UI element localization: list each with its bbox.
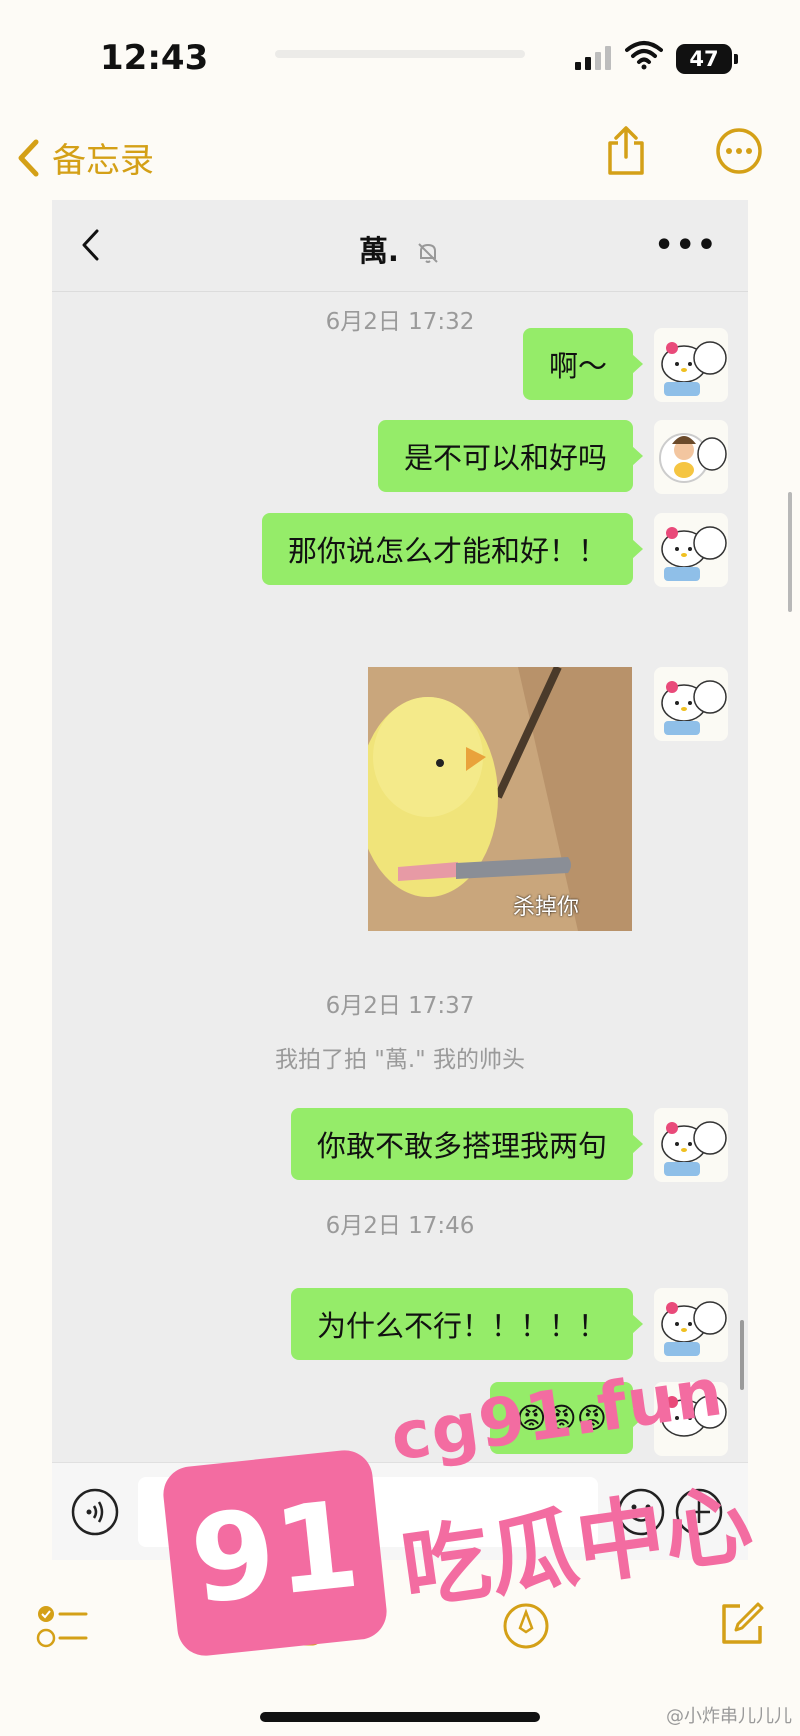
sticker-caption: 杀掉你 bbox=[513, 895, 580, 920]
home-indicator bbox=[260, 1712, 540, 1722]
compose-button[interactable] bbox=[718, 1600, 766, 1652]
message-bubble[interactable]: 是不可以和好吗 bbox=[377, 420, 644, 492]
sender-avatar bbox=[654, 1288, 728, 1362]
message-input[interactable] bbox=[138, 1477, 598, 1547]
message-bubble[interactable]: 为什么不行！！！！！ bbox=[290, 1288, 644, 1360]
emoji-icon bbox=[617, 1488, 665, 1536]
notes-back-button[interactable]: 备忘录 bbox=[16, 133, 154, 182]
chat-scroll-indicator[interactable] bbox=[740, 1320, 744, 1390]
dynamic-island-bar bbox=[275, 50, 525, 58]
plus-icon bbox=[675, 1488, 723, 1536]
status-time: 12:43 bbox=[100, 38, 209, 78]
chat-input-bar bbox=[52, 1462, 748, 1560]
sender-avatar bbox=[654, 1108, 728, 1182]
scroll-indicator[interactable] bbox=[788, 492, 792, 612]
share-icon bbox=[608, 126, 644, 175]
chat-title: 萬. bbox=[52, 228, 748, 270]
camera-icon bbox=[269, 1604, 321, 1646]
compose-icon bbox=[722, 1602, 764, 1644]
credit-watermark: @小炸串儿儿儿 bbox=[666, 1706, 792, 1727]
battery-indicator: 47 bbox=[676, 44, 738, 74]
emoji-button[interactable] bbox=[616, 1487, 666, 1541]
checklist-button[interactable] bbox=[36, 1602, 90, 1656]
sender-avatar bbox=[654, 513, 728, 587]
sender-avatar bbox=[654, 420, 728, 494]
sticker-image[interactable]: 杀掉你 bbox=[368, 667, 632, 931]
chat-timestamp: 6月2日 17:46 bbox=[325, 1213, 475, 1239]
chat-timestamp: 6月2日 17:32 bbox=[325, 309, 475, 335]
message-bubble[interactable]: 那你说怎么才能和好！！ bbox=[261, 513, 644, 585]
notes-back-label: 备忘录 bbox=[52, 141, 154, 181]
message-bubble[interactable]: 你敢不敢多搭理我两句 bbox=[290, 1108, 644, 1180]
notes-toolbar: @小炸串儿儿儿 bbox=[0, 1580, 800, 1736]
more-actions-button[interactable] bbox=[674, 1487, 724, 1541]
mute-bell-icon bbox=[418, 243, 438, 263]
camera-button[interactable] bbox=[268, 1602, 322, 1652]
more-options-button[interactable] bbox=[715, 127, 763, 179]
notes-header: 备忘录 bbox=[0, 115, 800, 195]
ellipsis-circle-icon bbox=[716, 128, 762, 174]
pen-tip-icon bbox=[503, 1603, 549, 1649]
message-bubble[interactable]: 啊～ bbox=[522, 328, 644, 400]
voice-input-button[interactable] bbox=[70, 1487, 120, 1541]
voice-icon bbox=[71, 1488, 119, 1536]
status-bar: 12:43 47 bbox=[0, 0, 800, 110]
system-message: 我拍了拍 "萬." 我的帅头 bbox=[274, 1047, 526, 1073]
contact-name: 萬. bbox=[358, 234, 399, 268]
duck-knife-sticker bbox=[368, 667, 632, 931]
chat-nav-bar: 萬. ••• bbox=[52, 200, 748, 292]
sender-avatar bbox=[654, 667, 728, 741]
message-bubble[interactable]: 😡😡😡 bbox=[490, 1382, 643, 1454]
wifi-icon bbox=[625, 40, 663, 74]
chat-more-button[interactable]: ••• bbox=[654, 228, 718, 263]
chat-screenshot: 萬. ••• 6月2日 17:32 啊～ 是不可以和好吗 那你说怎么才能和好！！… bbox=[52, 200, 748, 1560]
chevron-left-icon bbox=[18, 139, 39, 176]
share-button[interactable] bbox=[604, 125, 648, 181]
chat-timestamp: 6月2日 17:37 bbox=[325, 993, 475, 1019]
sender-avatar bbox=[654, 328, 728, 402]
checklist-icon bbox=[36, 1606, 88, 1648]
sender-avatar bbox=[654, 1382, 728, 1456]
markup-button[interactable] bbox=[502, 1602, 550, 1654]
cellular-signal-icon bbox=[575, 46, 611, 70]
